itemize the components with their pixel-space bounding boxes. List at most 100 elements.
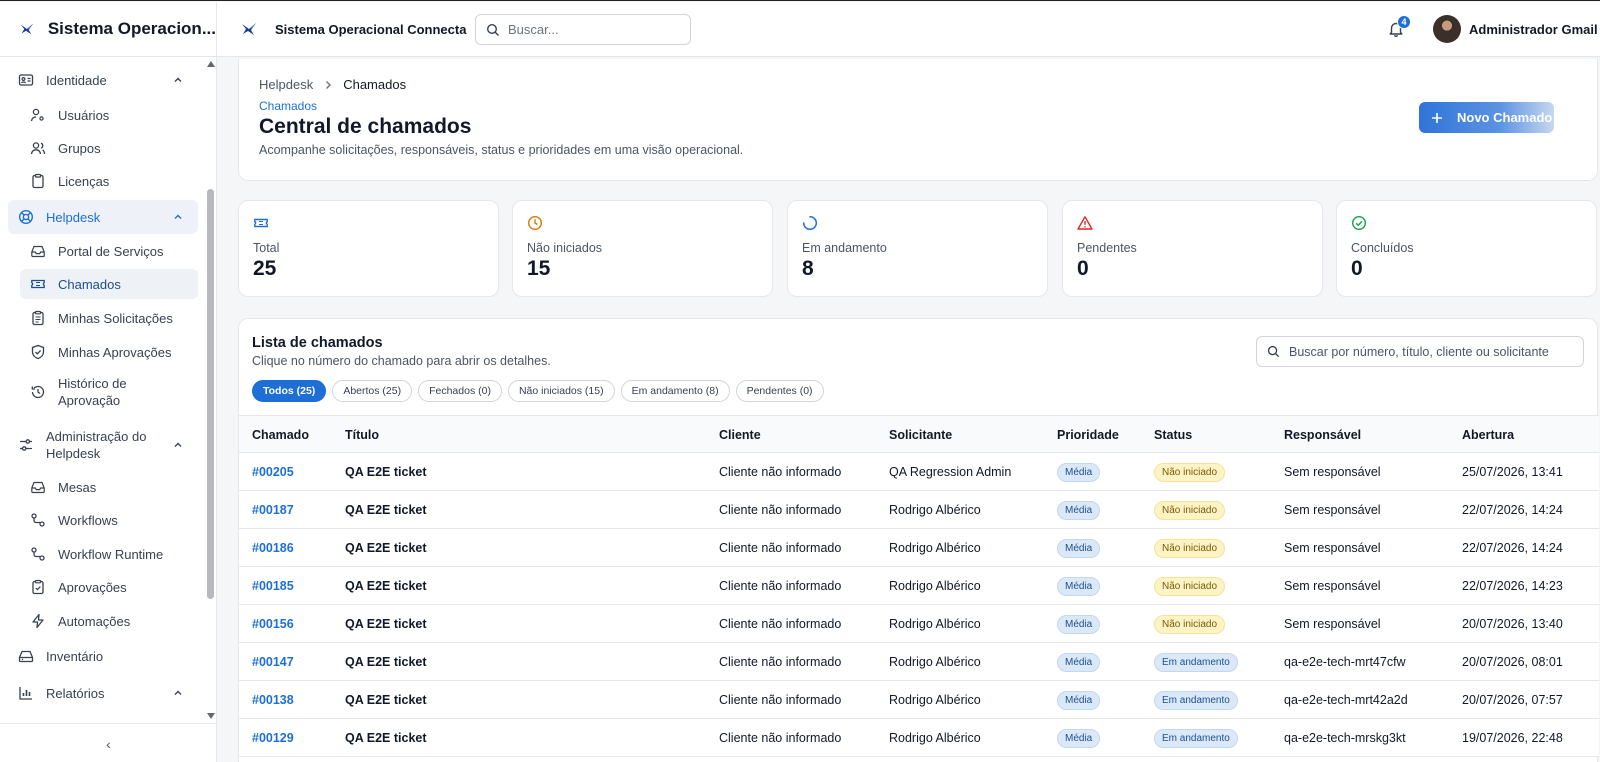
table-row[interactable]: #00138 QA E2E ticket Cliente não informado… xyxy=(239,681,1599,719)
sidebar-scrollbar[interactable] xyxy=(204,57,217,723)
avatar[interactable] xyxy=(1433,15,1461,43)
zap-icon xyxy=(30,613,46,629)
status-badge: Não iniciado xyxy=(1154,463,1226,482)
column-header-abertura[interactable]: Abertura xyxy=(1462,428,1514,442)
column-header-cliente[interactable]: Cliente xyxy=(719,428,761,442)
sidebar-item-relatorios[interactable]: Relatórios xyxy=(8,676,198,710)
ticket-number-link[interactable]: #00156 xyxy=(252,617,294,631)
ticket-number-link[interactable]: #00147 xyxy=(252,655,294,669)
scroll-down-arrow-icon[interactable] xyxy=(207,713,215,719)
tickets-search-input[interactable] xyxy=(1289,344,1579,359)
table-row[interactable]: #00186 QA E2E ticket Cliente não informado… xyxy=(239,529,1599,567)
sidebar-item-label: Helpdesk xyxy=(46,209,101,225)
chevron-up-icon xyxy=(174,214,182,219)
table-row[interactable]: #00147 QA E2E ticket Cliente não informado… xyxy=(239,643,1599,681)
column-header-solicitante[interactable]: Solicitante xyxy=(889,428,952,442)
table-row[interactable]: #00205 QA E2E ticket Cliente não informado… xyxy=(239,453,1599,491)
ticket-client: Cliente não informado xyxy=(719,655,842,669)
tickets-search[interactable] xyxy=(1256,336,1584,367)
scroll-up-arrow-icon[interactable] xyxy=(207,61,215,67)
sidebar-item-licencas[interactable]: Licenças xyxy=(20,166,198,196)
sidebar-item-label: Mesas xyxy=(58,479,97,495)
page-subtitle: Acompanhe solicitações, responsáveis, st… xyxy=(259,143,744,157)
user-name[interactable]: Administrador Gmail xyxy=(1469,22,1598,37)
clipboard-icon xyxy=(30,173,46,189)
priority-badge: Média xyxy=(1057,501,1101,520)
ticket-number-link[interactable]: #00138 xyxy=(252,693,294,707)
filter-chip-todos[interactable]: Todos (25) xyxy=(252,380,327,402)
priority-badge: Média xyxy=(1057,577,1101,596)
ticket-number-link[interactable]: #00129 xyxy=(252,731,294,745)
ticket-opened-at: 19/07/2026, 22:48 xyxy=(1462,731,1563,745)
ticket-number-link[interactable]: #00187 xyxy=(252,503,294,517)
sidebar-item-inventario[interactable]: Inventário xyxy=(8,639,198,673)
inbox-icon xyxy=(30,243,46,259)
ticket-number-link[interactable]: #00205 xyxy=(252,465,294,479)
sidebar-item-minhas-aprovacoes[interactable]: Minhas Aprovações xyxy=(20,337,198,367)
scrollbar-thumb[interactable] xyxy=(207,189,214,599)
page-title: Central de chamados xyxy=(259,115,472,138)
table-row[interactable]: #00129 QA E2E ticket Cliente não informado… xyxy=(239,719,1599,757)
sidebar-item-label: Histórico de Aprovação xyxy=(58,376,127,408)
stat-card-pendentes: Pendentes 0 xyxy=(1062,200,1323,297)
ticket-owner: Sem responsável xyxy=(1284,465,1381,479)
stat-value: 15 xyxy=(527,257,551,280)
ticket-requester: Rodrigo Albérico xyxy=(889,655,981,669)
sidebar-collapse-button[interactable]: ‹ xyxy=(0,723,217,762)
global-search[interactable] xyxy=(475,14,691,45)
column-header-prioridade[interactable]: Prioridade xyxy=(1057,428,1119,442)
breadcrumb-item-helpdesk[interactable]: Helpdesk xyxy=(259,77,313,92)
sidebar-item-grupos[interactable]: Grupos xyxy=(20,133,198,163)
ticket-number-link[interactable]: #00185 xyxy=(252,579,294,593)
sidebar-item-minhas-solicitacoes[interactable]: Minhas Solicitações xyxy=(20,303,198,333)
app-logo-icon xyxy=(242,23,256,35)
sidebar-item-automacoes[interactable]: Automações xyxy=(20,606,198,636)
filter-chip-nao-iniciados[interactable]: Não iniciados (15) xyxy=(507,380,615,402)
sidebar-item-label: Aprovações xyxy=(58,579,127,595)
sidebar-item-historico-de-aprovacao[interactable]: Histórico de Aprovação xyxy=(20,370,198,414)
column-header-chamado[interactable]: Chamado xyxy=(252,428,309,442)
sidebar-nav[interactable]: Identidade Usuários Grupos Licenças Help… xyxy=(0,57,204,723)
table-row[interactable]: #00156 QA E2E ticket Cliente não informado… xyxy=(239,605,1599,643)
sidebar-item-usuarios[interactable]: Usuários xyxy=(20,100,198,130)
ticket-owner: Sem responsável xyxy=(1284,541,1381,555)
stat-label: Total xyxy=(253,241,280,255)
sidebar-item-workflow-runtime[interactable]: Workflow Runtime xyxy=(20,539,198,569)
new-ticket-button[interactable]: Novo Chamado xyxy=(1419,102,1554,133)
page-header: Helpdesk Chamados Chamados Central de ch… xyxy=(238,59,1598,181)
sidebar-item-aprovacoes[interactable]: Aprovações xyxy=(20,572,198,602)
priority-badge: Média xyxy=(1057,653,1101,672)
search-icon xyxy=(486,23,499,36)
sidebar-item-workflows[interactable]: Workflows xyxy=(20,505,198,535)
filter-chip-abertos[interactable]: Abertos (25) xyxy=(332,380,413,402)
app-logo-icon xyxy=(20,23,34,35)
table-header: Chamado Título Cliente Solicitante Prior… xyxy=(239,415,1599,453)
ticket-client: Cliente não informado xyxy=(719,465,842,479)
lifebuoy-icon xyxy=(18,209,34,225)
filter-chip-fechados[interactable]: Fechados (0) xyxy=(418,380,502,402)
sidebar-item-administracao-do-helpdesk[interactable]: Administração do Helpdesk xyxy=(8,423,198,467)
table-row[interactable]: #00185 QA E2E ticket Cliente não informado… xyxy=(239,567,1599,605)
filter-chip-em-andamento[interactable]: Em andamento (8) xyxy=(620,380,730,402)
column-header-responsavel[interactable]: Responsável xyxy=(1284,428,1361,442)
sidebar-item-chamados[interactable]: Chamados xyxy=(20,269,198,299)
sidebar-item-mesas[interactable]: Mesas xyxy=(20,472,198,502)
global-search-input[interactable] xyxy=(508,22,678,37)
table-row[interactable]: #00187 QA E2E ticket Cliente não informado… xyxy=(239,491,1599,529)
ticket-opened-at: 22/07/2026, 14:24 xyxy=(1462,503,1563,517)
column-header-titulo[interactable]: Título xyxy=(345,428,379,442)
column-header-status[interactable]: Status xyxy=(1154,428,1192,442)
sidebar-item-portal-de-servicos[interactable]: Portal de Serviços xyxy=(20,236,198,266)
sidebar-item-helpdesk[interactable]: Helpdesk xyxy=(8,200,198,234)
sidebar-item-identidade[interactable]: Identidade xyxy=(8,63,198,97)
sidebar-item-label: Usuários xyxy=(58,107,110,123)
chevron-up-icon xyxy=(174,690,182,695)
ticket-owner: Sem responsável xyxy=(1284,503,1381,517)
ticket-icon xyxy=(254,218,268,228)
sidebar-item-label: Licenças xyxy=(58,173,110,189)
filter-chip-pendentes[interactable]: Pendentes (0) xyxy=(735,380,824,402)
clock-icon xyxy=(527,215,543,231)
ticket-number-link[interactable]: #00186 xyxy=(252,541,294,555)
ticket-client: Cliente não informado xyxy=(719,731,842,745)
ticket-requester: Rodrigo Albérico xyxy=(889,503,981,517)
